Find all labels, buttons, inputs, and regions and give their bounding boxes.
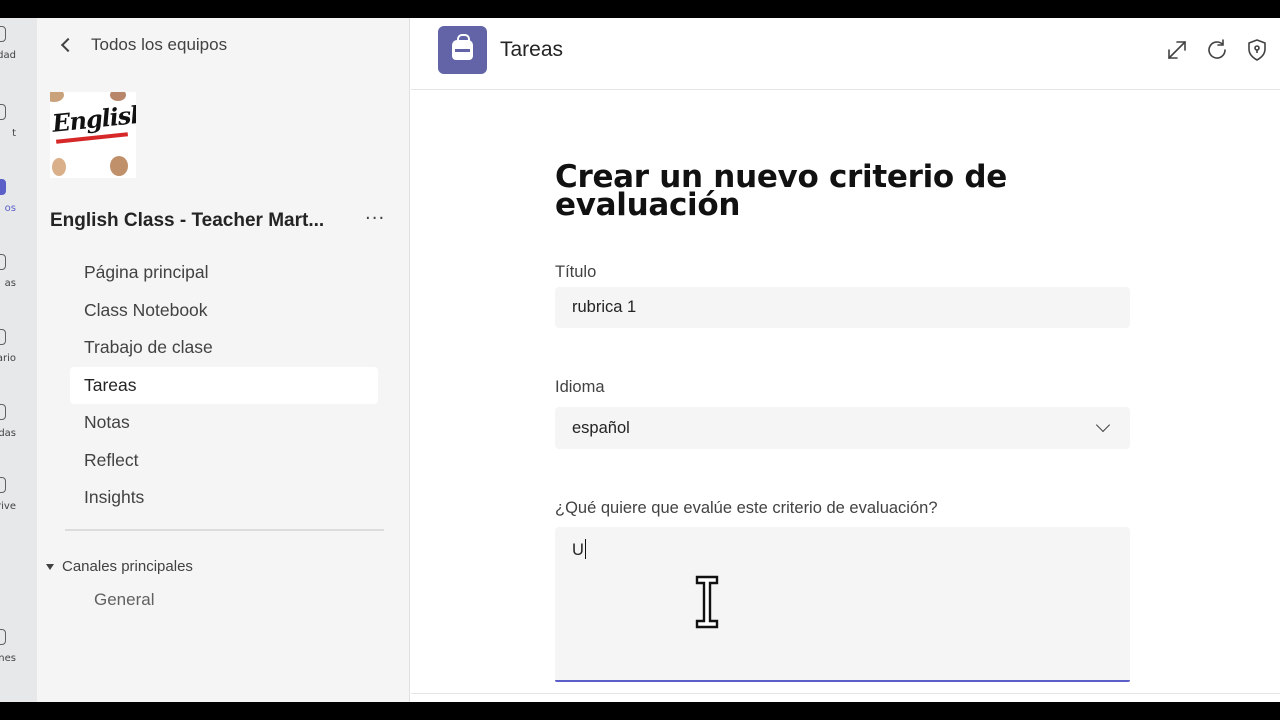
avatar-decoration — [110, 92, 126, 101]
chat-icon — [0, 104, 6, 120]
cloud-icon — [0, 477, 6, 493]
app-title: Tareas — [500, 38, 564, 61]
backpack-icon — [452, 34, 473, 60]
main-panel: Tareas Crear un nuevo criterio de evalua… — [411, 18, 1280, 702]
channels-section-toggle[interactable]: Canales principales — [46, 558, 193, 575]
avatar-decoration — [52, 158, 66, 176]
language-select[interactable]: español — [555, 407, 1130, 449]
rail-item-calendar[interactable]: ario — [0, 321, 37, 381]
nav-item-grades[interactable]: Notas — [70, 404, 378, 442]
bottom-divider — [411, 693, 1280, 694]
form-title: Crear un nuevo criterio de evaluación — [555, 159, 1008, 223]
bell-icon — [0, 26, 6, 42]
description-field-label: ¿Qué quiere que evalúe este criterio de … — [555, 499, 938, 517]
expand-icon[interactable] — [1165, 38, 1189, 62]
sidebar-divider — [65, 529, 384, 531]
team-sidebar: Todos los equipos English English Class … — [37, 18, 410, 702]
title-field-label: Título — [555, 263, 597, 281]
create-rubric-form: Crear un nuevo criterio de evaluación Tí… — [555, 159, 1130, 682]
shield-icon[interactable] — [1245, 38, 1269, 62]
avatar-decoration — [110, 156, 128, 176]
rail-item-chat[interactable]: t — [0, 96, 37, 156]
rail-item-apps[interactable]: ones — [0, 621, 37, 681]
refresh-icon[interactable] — [1205, 38, 1229, 62]
ibeam-cursor-icon — [695, 575, 719, 629]
team-avatar: English — [50, 92, 136, 178]
language-field-label: Idioma — [555, 378, 605, 396]
caret-down-icon — [46, 563, 54, 570]
rail-item-more[interactable] — [0, 548, 37, 608]
more-icon — [0, 556, 6, 572]
nav-item-reflect[interactable]: Reflect — [70, 442, 378, 480]
avatar-decoration — [50, 92, 64, 102]
title-input[interactable]: rubrica 1 — [555, 287, 1130, 328]
nav-item-insights[interactable]: Insights — [70, 479, 378, 517]
rail-item-teams[interactable]: os — [0, 171, 37, 231]
description-textarea[interactable]: U — [555, 527, 1130, 682]
more-options-icon[interactable]: ··· — [365, 208, 385, 229]
chevron-down-icon — [1095, 417, 1111, 433]
rail-item-activity[interactable]: dad — [0, 18, 37, 78]
rail-item-calls[interactable]: das — [0, 396, 37, 456]
chevron-left-icon — [60, 37, 76, 53]
back-to-teams-link[interactable]: Todos los equipos — [59, 34, 227, 56]
team-nav: Página principal Class Notebook Trabajo … — [70, 254, 378, 517]
assignments-app-icon — [438, 26, 487, 74]
channel-general[interactable]: General — [94, 590, 154, 610]
phone-icon — [0, 404, 6, 420]
app-rail: dad t os as ario das rive — [0, 18, 37, 702]
assignments-icon — [0, 254, 6, 270]
nav-item-classwork[interactable]: Trabajo de clase — [70, 329, 378, 367]
language-select-value: español — [572, 419, 630, 437]
description-text: U — [572, 541, 584, 559]
calendar-icon — [0, 329, 6, 345]
app-header: Tareas — [411, 18, 1280, 90]
nav-item-class-notebook[interactable]: Class Notebook — [70, 292, 378, 330]
team-name: English Class - Teacher Mart... — [50, 210, 325, 231]
rail-item-onedrive[interactable]: rive — [0, 469, 37, 529]
teams-icon — [0, 179, 6, 195]
rail-item-assignments[interactable]: as — [0, 246, 37, 306]
nav-item-home[interactable]: Página principal — [70, 254, 378, 292]
apps-icon — [0, 629, 6, 645]
text-caret — [584, 539, 587, 559]
teams-window: dad t os as ario das rive — [0, 18, 1280, 702]
nav-item-assignments[interactable]: Tareas — [70, 366, 378, 404]
